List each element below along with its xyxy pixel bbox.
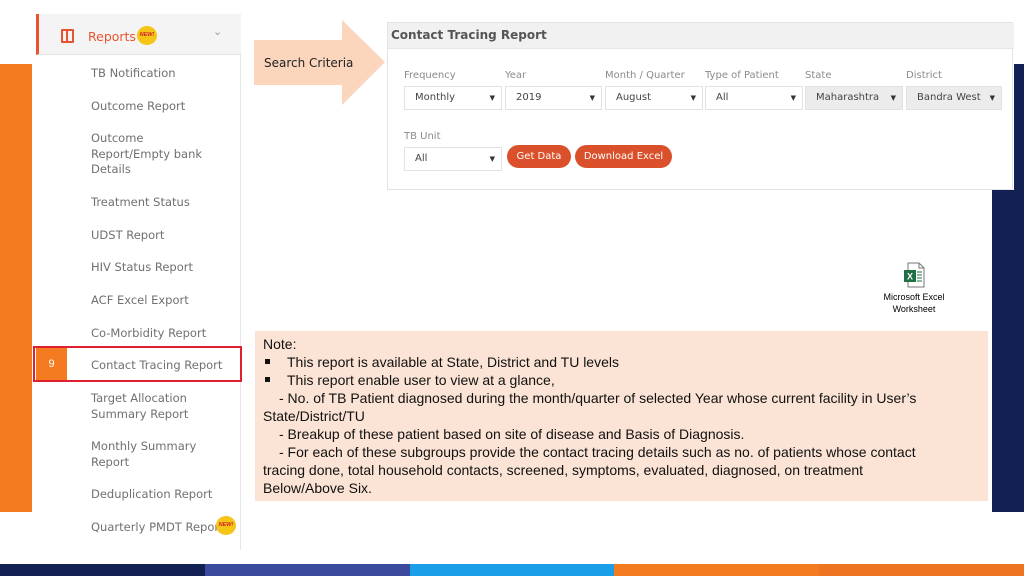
caret-down-icon: ▼ [690,94,696,102]
report-title: Contact Tracing Report [391,28,547,42]
sidebar-item-treatment-status[interactable]: Treatment Status [91,195,241,211]
year-label: Year [505,70,527,81]
caret-down-icon: ▼ [790,94,796,102]
district-select[interactable]: Bandra West ▼ [906,86,1002,110]
sidebar-item-deduplication[interactable]: Deduplication Report [91,487,241,503]
footer-segment [0,564,205,576]
report-book-icon [61,29,74,43]
note-line: This report is available at State, Distr… [287,354,619,370]
note-line: - No. of TB Patient diagnosed during the… [279,390,917,406]
sidebar-item-target-allocation[interactable]: Target Allocation Summary Report [91,391,201,422]
step-number-badge: 9 [36,348,67,380]
excel-icon[interactable]: X [903,262,925,288]
search-criteria-label: Search Criteria [264,56,354,70]
note-line: This report enable user to view at a gla… [287,372,555,388]
note-line: - Breakup of these patient based on site… [279,426,745,442]
left-accent-bar [0,64,32,512]
sidebar-item-monthly-summary[interactable]: Monthly Summary Report [91,439,211,470]
footer-segment [204,564,410,576]
reports-menu-header[interactable]: Reports NEW! ⌄ [36,14,241,55]
note-line: Below/Above Six. [263,480,372,496]
caret-down-icon: ▼ [589,94,595,102]
note-line: tracing done, total household contacts, … [263,462,864,478]
download-excel-button[interactable]: Download Excel [575,145,672,168]
right-accent-bar [1014,64,1024,190]
note-line: State/District/TU [263,408,365,424]
svg-text:X: X [907,272,913,282]
sidebar-item-hiv-status[interactable]: HIV Status Report [91,260,241,276]
right-accent-bar-lower [992,190,1024,512]
new-badge-icon: NEW! [137,26,157,45]
state-select[interactable]: Maharashtra ▼ [805,86,903,110]
report-panel-header: Contact Tracing Report [388,23,1014,49]
note-heading: Note: [263,336,297,352]
bullet-icon [265,377,270,382]
note-line: - For each of these subgroups provide th… [279,444,916,460]
caret-down-icon: ▼ [890,94,896,102]
footer-segment [409,564,615,576]
state-label: State [805,70,832,81]
tb-unit-label: TB Unit [404,131,441,142]
footer-segment [614,564,820,576]
chevron-down-icon[interactable]: ⌄ [213,25,222,38]
bullet-icon [265,359,270,364]
patient-type-label: Type of Patient [705,70,779,81]
month-quarter-select[interactable]: August ▼ [605,86,703,110]
reports-menu-label: Reports [88,29,136,44]
excel-attachment-label: Microsoft Excel Worksheet [883,292,945,314]
month-quarter-label: Month / Quarter [605,70,685,81]
report-panel: Contact Tracing Report Frequency Monthly… [387,22,1014,190]
patient-type-select[interactable]: All ▼ [705,86,803,110]
note-box: Note: This report is available at State,… [255,331,988,501]
year-select[interactable]: 2019 ▼ [505,86,602,110]
caret-down-icon: ▼ [989,94,995,102]
footer-color-strip [0,564,1024,576]
sidebar-item-outcome-empty-bank[interactable]: Outcome Report/Empty bank Details [91,131,213,178]
caret-down-icon: ▼ [489,94,495,102]
sidebar-item-udst-report[interactable]: UDST Report [91,228,241,244]
sidebar-item-tb-notification[interactable]: TB Notification [91,66,241,82]
sidebar-item-quarterly-pmdt[interactable]: Quarterly PMDT Report [91,520,221,536]
get-data-button[interactable]: Get Data [507,145,571,168]
sidebar-item-acf-excel[interactable]: ACF Excel Export [91,293,241,309]
frequency-label: Frequency [404,70,456,81]
sidebar-item-co-morbidity[interactable]: Co-Morbidity Report [91,326,241,342]
new-badge-icon: NEW! [216,516,236,535]
sidebar-item-outcome-report[interactable]: Outcome Report [91,99,241,115]
tb-unit-select[interactable]: All ▼ [404,147,502,171]
sidebar-item-contact-tracing[interactable]: Contact Tracing Report [91,358,241,374]
district-label: District [906,70,942,81]
caret-down-icon: ▼ [489,155,495,163]
footer-segment [819,564,1024,576]
frequency-select[interactable]: Monthly ▼ [404,86,502,110]
